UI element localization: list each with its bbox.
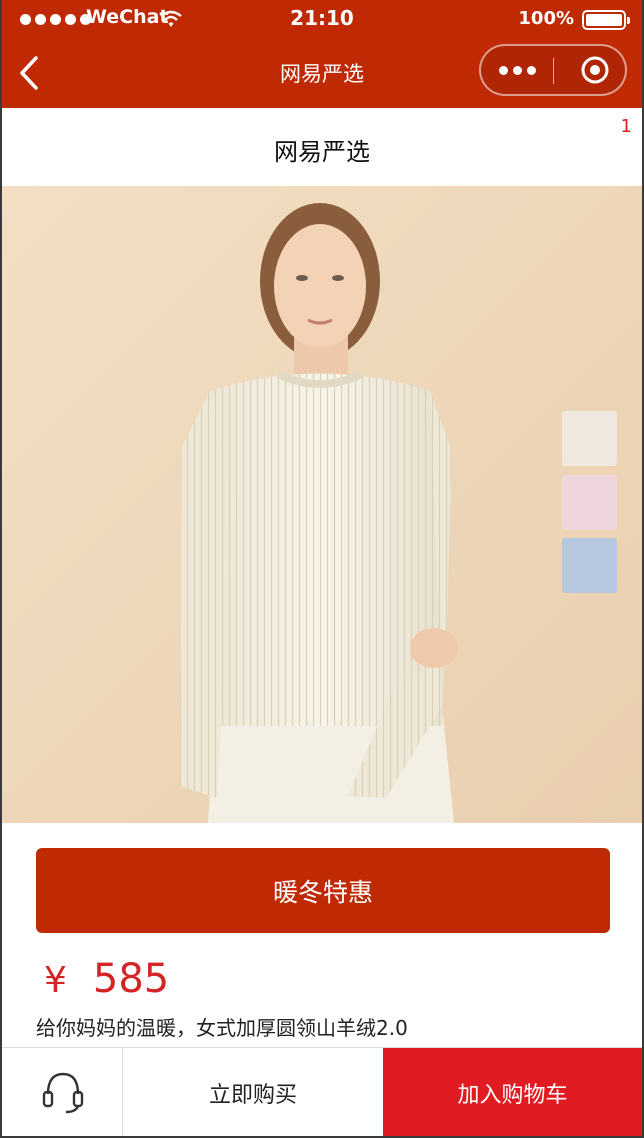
battery-percent: 100% [518,8,574,29]
color-swatch-cream[interactable] [562,411,617,466]
top-bar: WeChat 21:10 100% 网易严选 [2,0,642,108]
page-header: 网易严选 1 [2,108,642,186]
product-photo-illustration [2,186,642,823]
color-swatch-blue[interactable] [562,538,617,593]
color-swatch-pink[interactable] [562,475,617,530]
product-image[interactable] [2,186,642,823]
price-value: 585 [92,956,170,1002]
add-to-cart-button[interactable]: 加入购物车 [383,1048,642,1136]
battery-icon [582,10,630,30]
headset-icon [42,1072,84,1114]
buy-now-button[interactable]: 立即购买 [123,1048,383,1136]
customer-service-button[interactable] [2,1048,123,1136]
product-description: 给你妈妈的温暖，女式加厚圆领山羊绒2.0 [36,1016,408,1040]
target-circle-icon[interactable] [579,54,611,86]
price: ¥ 585 [44,956,169,1002]
shop-title: 网易严选 [274,138,370,166]
mini-program-capsule [479,44,627,96]
more-dots-icon[interactable] [481,46,553,94]
promo-button[interactable]: 暖冬特惠 [36,848,610,933]
corner-badge: 1 [620,116,632,137]
app-frame: WeChat 21:10 100% 网易严选 网易严选 1 暖冬特惠 ¥ 585… [0,0,644,1138]
currency-symbol: ¥ [44,960,67,1001]
bottom-action-bar: 立即购买 加入购物车 [2,1047,642,1136]
capsule-divider [553,58,554,84]
status-bar: WeChat 21:10 100% [2,0,642,38]
